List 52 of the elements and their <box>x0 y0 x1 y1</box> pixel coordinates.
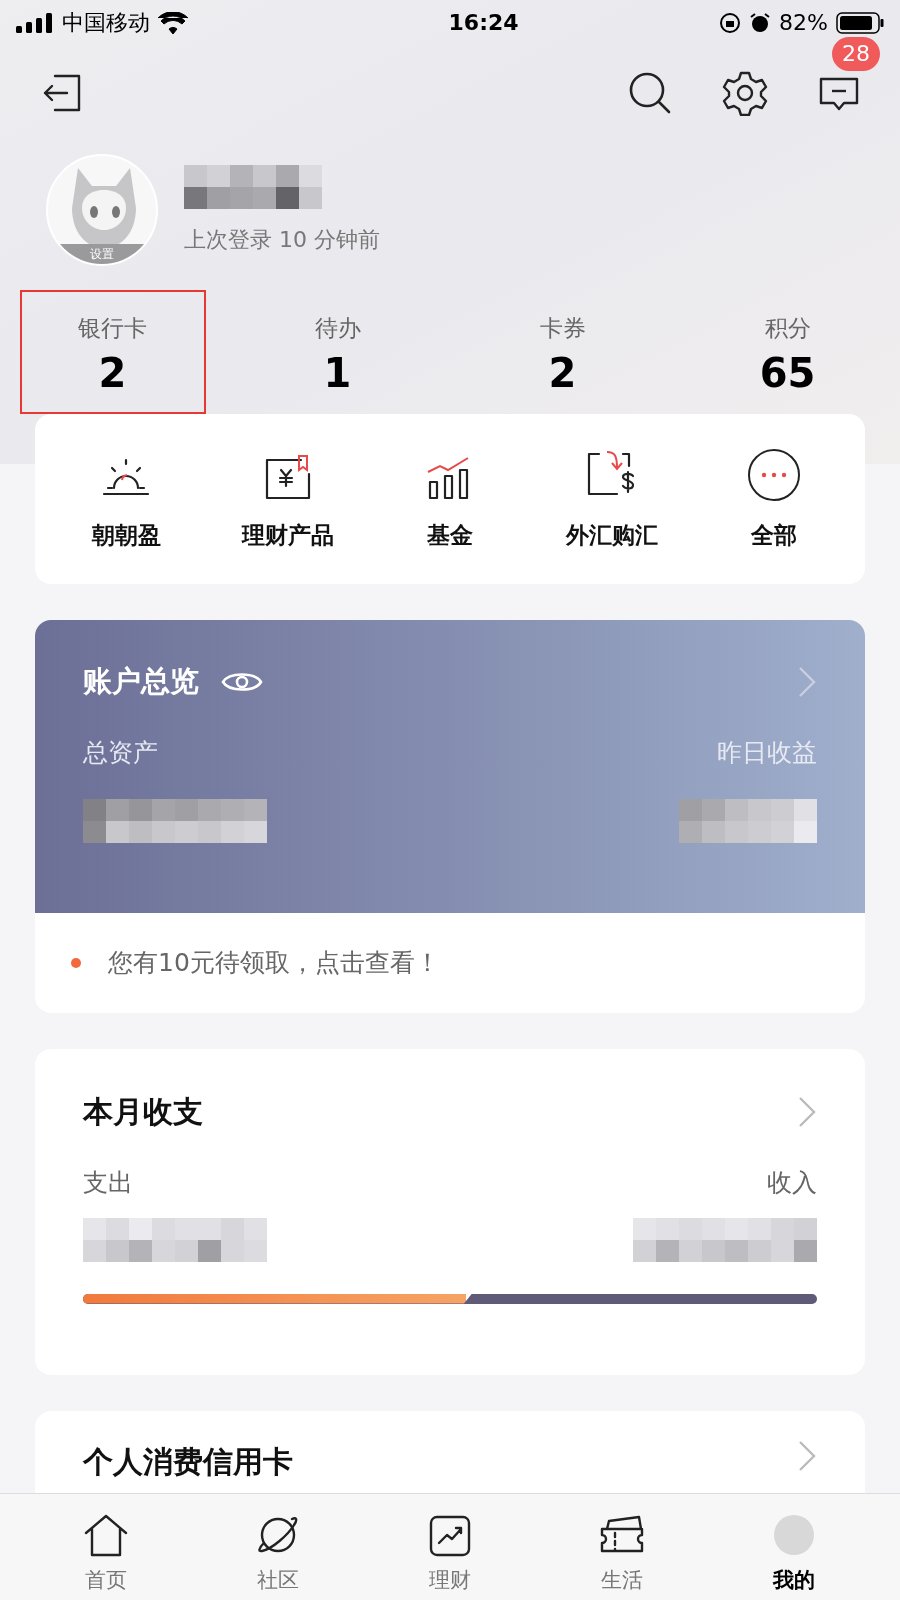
search-button[interactable] <box>628 70 672 115</box>
battery-percent: 82% <box>779 9 828 37</box>
stat-label: 银行卡 <box>78 313 147 343</box>
carrier-name: 中国移动 <box>62 9 150 37</box>
unread-badge: 28 <box>832 36 880 71</box>
expense-label: 支出 <box>83 1167 133 1199</box>
chevron-right-icon <box>797 1439 817 1473</box>
stat-item[interactable]: 卡券 2 <box>469 290 656 414</box>
last-login-text: 上次登录 10 分钟前 <box>184 225 380 254</box>
total-assets-label: 总资产 <box>83 736 158 769</box>
quick-action[interactable]: 基金 <box>369 445 531 553</box>
chevron-right-icon <box>797 1094 817 1129</box>
alarm-icon <box>749 11 772 34</box>
settings-icon <box>722 69 768 116</box>
signal-icon <box>16 12 54 33</box>
income-label: 收入 <box>767 1167 817 1199</box>
quick-action[interactable]: 外汇购汇 <box>531 445 693 553</box>
card-title: 本月收支 <box>83 1093 203 1131</box>
reward-notice[interactable]: 您有10元待领取，点击查看！ <box>35 913 865 1013</box>
stat-value: 2 <box>548 353 577 394</box>
stat-item[interactable]: 银行卡 2 <box>19 290 206 414</box>
wifi-icon <box>158 11 188 34</box>
notice-dot-icon <box>70 957 82 969</box>
chevron-right-icon <box>797 664 817 699</box>
card-title: 个人消费信用卡 <box>83 1443 293 1481</box>
quick-action[interactable]: 全部 <box>693 445 855 553</box>
settings-button[interactable] <box>722 69 768 116</box>
tab-item[interactable]: 我的 <box>708 1494 880 1600</box>
tab-item[interactable]: 首页 <box>20 1494 192 1600</box>
stat-label: 卡券 <box>539 313 586 343</box>
stat-item[interactable]: 积分 65 <box>694 290 881 414</box>
stat-value: 2 <box>98 353 127 394</box>
stat-item[interactable]: 待办 1 <box>244 290 431 414</box>
tab-item[interactable]: 生活 <box>536 1494 708 1600</box>
tab-item[interactable]: 理财 <box>364 1494 536 1600</box>
trend-chart-icon <box>429 1514 471 1557</box>
more-icon <box>747 447 801 502</box>
search-icon <box>628 70 672 115</box>
stat-label: 待办 <box>314 313 361 343</box>
clock-time: 16:24 <box>448 9 519 37</box>
quick-action[interactable]: 朝朝盈 <box>45 445 207 553</box>
rotation-lock-icon <box>719 11 742 34</box>
yesterday-earnings-label: 昨日收益 <box>717 736 817 769</box>
quick-action[interactable]: 理财产品 <box>207 445 369 553</box>
stat-label: 积分 <box>764 313 811 343</box>
home-icon <box>83 1512 129 1557</box>
battery-icon <box>836 11 884 34</box>
stat-value: 65 <box>759 353 816 394</box>
tab-item[interactable]: 社区 <box>192 1494 364 1600</box>
stat-value: 1 <box>323 353 352 394</box>
account-summary-panel[interactable]: 账户总览 总资产 昨日收益 <box>35 620 865 913</box>
card-title: 账户总览 <box>83 663 199 700</box>
